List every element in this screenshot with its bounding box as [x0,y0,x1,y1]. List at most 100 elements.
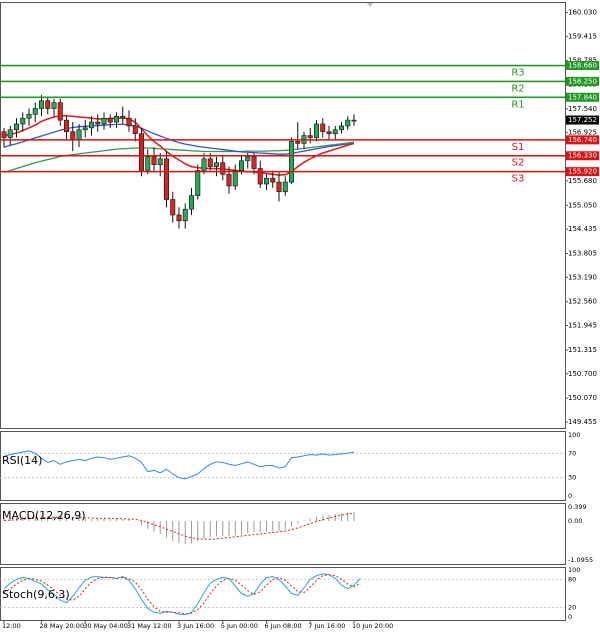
level-label-r2: R2 [511,83,524,94]
candle-body [338,125,344,131]
candle-body [157,158,163,165]
time-tick-label: 31 May 12:00 [127,622,172,630]
macd-tick-label: 0.399 [568,503,587,511]
price-tick-label: 160.030 [568,8,597,16]
time-tick-label: 6 Jun 08:00 [265,622,302,630]
candle-body [276,181,282,193]
candle-body [26,114,32,119]
background [0,0,600,634]
price-tick-label: 159.415 [568,32,597,40]
stoch-tick-label: 0 [568,613,572,621]
candle-body [176,214,182,222]
candle-body [195,170,201,196]
stoch-tick-label: 100 [568,566,580,574]
candle-body [32,108,38,115]
time-tick-label: 12:00 [2,622,21,630]
candle-body [239,160,245,171]
candle-body [220,162,226,175]
candle-body [351,119,357,122]
candle-body [14,123,20,131]
candle-body [151,156,157,165]
rsi-tick-label: 30 [568,474,576,482]
candle-body [332,129,338,134]
time-tick-label: 5 Jun 00:00 [221,622,258,630]
candle-body [20,117,26,125]
time-tick-label: 10 Jun 20:00 [352,622,393,630]
level-label-s3: S3 [512,174,525,185]
level-price-text: 158.660 [568,62,597,70]
level-label-r1: R1 [511,99,524,110]
price-tick-label: 154.435 [568,225,597,233]
candle-body [282,181,288,193]
price-tick-label: 157.540 [568,105,597,113]
candle-body [145,156,151,171]
candle-body [89,121,95,129]
rsi-tick-label: 100 [568,431,580,439]
macd-tick-label: 0.00 [568,517,582,525]
level-price-text: 156.330 [568,152,597,160]
candle-body [226,174,232,187]
candle-body [120,115,126,119]
candle-body [307,135,313,138]
level-label-s1: S1 [512,142,525,153]
candle-body [263,177,269,185]
candle-body [288,141,294,183]
candle-body [245,156,251,162]
candle-body [101,117,107,125]
candle-body [114,115,120,123]
level-price-text: 156.740 [568,136,597,144]
candle-body [326,131,332,134]
candle-body [7,129,13,138]
candle-body [207,158,213,167]
candle-body [270,177,276,183]
level-price-text: 158.250 [568,77,597,85]
price-tick-label: 155.050 [568,201,597,209]
candle-body [232,170,238,187]
candle-body [182,208,188,222]
current-price-text: 157.252 [568,116,597,124]
trading-chart: 160.030159.415158.785158.165157.540156.9… [0,0,600,634]
level-label-s2: S2 [512,158,525,169]
candle-body [320,123,326,133]
price-tick-label: 150.070 [568,394,597,402]
candle-body [64,119,70,133]
candle-body [70,131,76,140]
stoch-tick-label: 80 [568,575,576,583]
level-label-r3: R3 [511,68,524,79]
price-tick-label: 149.455 [568,418,597,426]
candle-body [345,119,351,127]
level-price-text: 157.840 [568,93,597,101]
candle-body [164,158,170,200]
candle-body [51,102,57,109]
time-tick-label: 7 Jun 16:00 [308,622,345,630]
candle-body [295,141,301,144]
time-tick-label: 30 May 04:00 [83,622,128,630]
candle-body [45,100,51,109]
candle-body [132,125,138,134]
candle-body [189,195,195,210]
price-tick-label: 153.190 [568,273,597,281]
chart-svg: 160.030159.415158.785158.165157.540156.9… [0,0,600,634]
time-tick-label: 28 May 20:00 [40,622,85,630]
price-tick-label: 151.315 [568,346,597,354]
candle-body [57,102,63,121]
level-price-text: 155.920 [568,168,597,176]
macd-tick-label: -1.0955 [568,556,593,564]
macd-label: MACD(12,26,9) [2,509,86,522]
candle-body [1,131,7,138]
candle-body [95,121,101,125]
price-tick-label: 155.680 [568,177,597,185]
rsi-tick-label: 0 [568,492,572,500]
candle-body [251,156,257,169]
stoch-label: Stoch(9,6,3) [2,588,70,601]
stoch-tick-label: 20 [568,604,576,612]
price-tick-label: 153.805 [568,250,597,258]
price-tick-label: 152.560 [568,298,597,306]
candle-body [76,129,82,140]
candle-body [107,117,113,123]
price-tick-label: 151.945 [568,322,597,330]
candle-body [313,123,319,138]
candle-body [38,100,44,109]
time-tick-label: 3 Jun 16:00 [177,622,214,630]
candle-body [214,162,220,167]
